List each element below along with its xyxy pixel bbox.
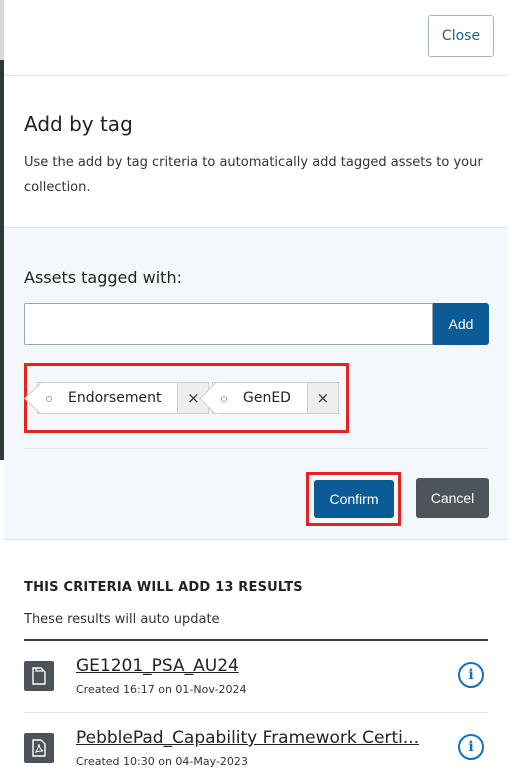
confirm-button[interactable]: Confirm: [314, 480, 394, 518]
results-section: THIS CRITERIA WILL ADD 13 RESULTS These …: [4, 540, 508, 782]
panel-title: Add by tag: [24, 112, 133, 136]
assets-tagged-label: Assets tagged with:: [24, 268, 182, 287]
result-title[interactable]: PebblePad_Capability Framework Certi...: [76, 728, 419, 748]
info-icon[interactable]: i: [458, 662, 484, 688]
tag-gened: GenED ×: [212, 382, 339, 414]
tag-hole-icon: [46, 396, 52, 402]
tag-endorsement: Endorsement ×: [37, 382, 210, 414]
list-item: PebblePad_Capability Framework Certi... …: [24, 713, 488, 782]
panel-header: Close: [4, 0, 508, 76]
panel-description: Use the add by tag criteria to automatic…: [24, 155, 483, 195]
pdf-icon: [24, 733, 54, 763]
document-icon: [24, 661, 54, 691]
divider: [24, 448, 488, 449]
result-meta: Created 10:30 on 04-May-2023: [76, 755, 248, 768]
close-button[interactable]: Close: [428, 15, 494, 57]
results-subheading: These results will auto update: [24, 612, 220, 627]
criteria-section: Assets tagged with: Add Endorsement × Ge…: [4, 227, 508, 540]
cancel-button[interactable]: Cancel: [416, 478, 489, 518]
info-icon[interactable]: i: [458, 734, 484, 760]
add-tag-button[interactable]: Add: [433, 303, 489, 345]
tag-hole-icon: [221, 396, 227, 402]
result-title[interactable]: GE1201_PSA_AU24: [76, 656, 239, 676]
tag-label: GenED: [243, 390, 291, 406]
selected-tags: Endorsement × GenED ×: [24, 363, 349, 433]
intro-section: Add by tag Use the add by tag criteria t…: [4, 76, 508, 227]
tag-input[interactable]: [24, 303, 433, 345]
remove-tag-gened-button[interactable]: ×: [306, 382, 339, 414]
results-heading: THIS CRITERIA WILL ADD 13 RESULTS: [24, 580, 303, 595]
result-meta: Created 16:17 on 01-Nov-2024: [76, 683, 247, 696]
list-item: GE1201_PSA_AU24 Created 16:17 on 01-Nov-…: [24, 641, 488, 713]
tag-label: Endorsement: [68, 390, 162, 406]
confirm-highlight: Confirm: [306, 472, 401, 526]
add-by-tag-panel: Close Add by tag Use the add by tag crit…: [4, 0, 508, 782]
